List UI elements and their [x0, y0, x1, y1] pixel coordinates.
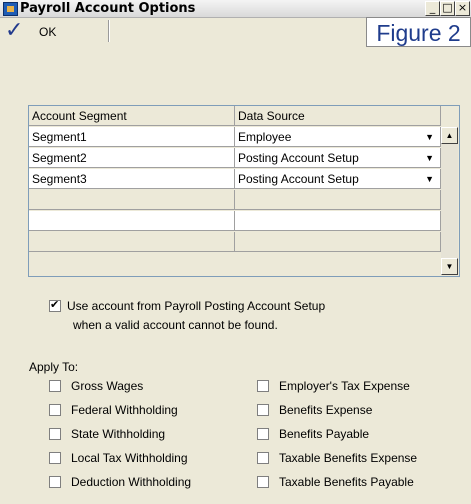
data-source-cell[interactable]	[235, 232, 441, 252]
apply-to-left-checkbox[interactable]	[49, 452, 61, 464]
apply-to-right-checkbox[interactable]	[257, 428, 269, 440]
apply-to-left-checkbox[interactable]	[49, 476, 61, 488]
table-row-empty	[29, 211, 441, 232]
data-source-cell[interactable]: Employee ▼	[235, 127, 441, 147]
checkmark-icon: ✓	[5, 18, 24, 43]
apply-to-left-label: Deduction Withholding	[71, 475, 192, 489]
data-source-cell[interactable]	[235, 190, 441, 210]
table-row: Segment1 Employee ▼	[29, 127, 441, 148]
segment-cell[interactable]	[29, 232, 235, 252]
apply-to-left-label: Local Tax Withholding	[71, 451, 188, 465]
figure-label: Figure 2	[366, 17, 471, 47]
apply-to-right-label: Benefits Expense	[279, 403, 373, 417]
apply-to-left-label: State Withholding	[71, 427, 166, 441]
grid-vertical-scrollbar[interactable]: ▲ ▼	[441, 127, 458, 275]
data-source-cell[interactable]: Posting Account Setup ▼	[235, 169, 441, 189]
apply-to-left-label: Federal Withholding	[71, 403, 178, 417]
data-source-value: Posting Account Setup	[238, 151, 359, 165]
column-header-data-source[interactable]: Data Source	[235, 106, 441, 126]
table-row-empty	[29, 232, 441, 253]
apply-to-left-checkbox[interactable]	[49, 404, 61, 416]
segment-cell[interactable]	[29, 190, 235, 210]
dropdown-arrow-icon[interactable]: ▼	[425, 148, 434, 168]
payroll-account-options-window: Payroll Account Options _ □ × ✓ OK Figur…	[0, 0, 471, 504]
segment-cell[interactable]	[29, 211, 235, 231]
window-title: Payroll Account Options	[20, 1, 196, 16]
apply-to-right-checkbox[interactable]	[257, 476, 269, 488]
table-row: Segment2 Posting Account Setup ▼	[29, 148, 441, 169]
payroll-window-icon	[3, 2, 18, 16]
apply-to-left-checkbox[interactable]	[49, 428, 61, 440]
column-header-account-segment[interactable]: Account Segment	[29, 106, 235, 126]
toolbar-separator	[108, 20, 110, 42]
dropdown-arrow-icon[interactable]: ▼	[425, 127, 434, 147]
use-account-checkbox[interactable]	[49, 298, 61, 312]
close-button[interactable]: ×	[455, 1, 470, 16]
grid-header-row: Account Segment Data Source	[29, 106, 441, 127]
apply-to-right-label: Benefits Payable	[279, 427, 370, 441]
minimize-button[interactable]: _	[425, 1, 440, 16]
data-source-value: Posting Account Setup	[238, 172, 359, 186]
account-segment-grid: Account Segment Data Source Segment1 Empl…	[28, 105, 460, 277]
dropdown-arrow-icon[interactable]: ▼	[425, 169, 434, 189]
apply-to-right-label: Taxable Benefits Expense	[279, 451, 418, 465]
ok-button[interactable]: ✓ OK	[5, 18, 105, 44]
scroll-down-arrow-icon[interactable]: ▼	[441, 258, 458, 275]
apply-to-left-label: Gross Wages	[71, 379, 144, 393]
apply-to-right-checkbox[interactable]	[257, 404, 269, 416]
apply-to-right-label: Employer's Tax Expense	[279, 379, 410, 393]
apply-to-left-checkbox[interactable]	[49, 380, 61, 392]
data-source-cell[interactable]: Posting Account Setup ▼	[235, 148, 441, 168]
maximize-button[interactable]: □	[440, 1, 455, 16]
table-row-empty	[29, 190, 441, 211]
apply-to-heading: Apply To:	[29, 360, 79, 374]
apply-to-right-checkbox[interactable]	[257, 380, 269, 392]
use-account-label-line1: Use account from Payroll Posting Account…	[67, 299, 326, 313]
apply-to-right-checkbox[interactable]	[257, 452, 269, 464]
segment-cell[interactable]: Segment2	[29, 148, 235, 168]
use-account-label-line2: when a valid account cannot be found.	[73, 318, 278, 332]
title-bar[interactable]: Payroll Account Options _ □ ×	[0, 0, 471, 18]
ok-label: OK	[39, 25, 57, 39]
apply-to-right-label: Taxable Benefits Payable	[279, 475, 414, 489]
segment-cell[interactable]: Segment1	[29, 127, 235, 147]
data-source-cell[interactable]	[235, 211, 441, 231]
scroll-up-arrow-icon[interactable]: ▲	[441, 127, 458, 144]
data-source-value: Employee	[238, 130, 292, 144]
segment-cell[interactable]: Segment3	[29, 169, 235, 189]
table-row: Segment3 Posting Account Setup ▼	[29, 169, 441, 190]
